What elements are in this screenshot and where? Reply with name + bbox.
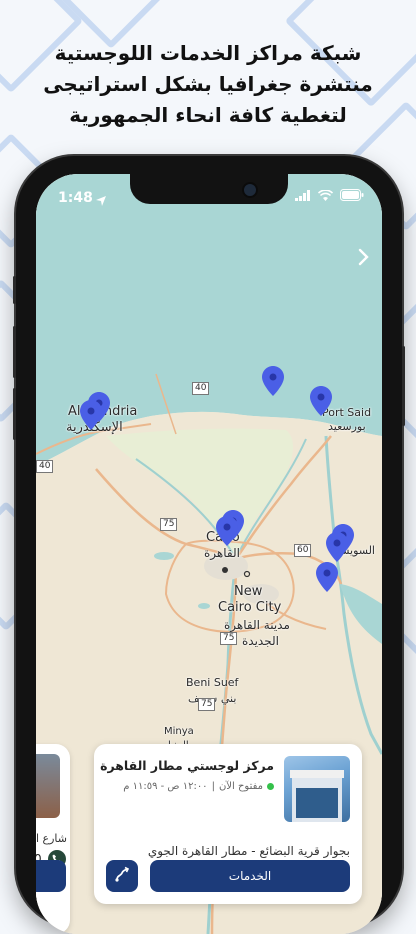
camera — [242, 182, 258, 198]
card-thumbnail — [284, 756, 350, 822]
location-pin-icon[interactable] — [262, 366, 284, 396]
location-pin-icon[interactable] — [80, 400, 102, 430]
label-newcairo-en: New — [234, 584, 263, 599]
location-arrow-icon — [96, 191, 106, 210]
phone-frame: Alexandria الإسكندرية Port Said بورسعيد … — [13, 156, 405, 934]
label-minya-en: Minya — [164, 726, 194, 737]
previous-card-button[interactable] — [36, 860, 66, 892]
phone-screen: Alexandria الإسكندرية Port Said بورسعيد … — [36, 174, 382, 934]
route-shield: 40 — [192, 382, 210, 395]
open-status-text: مفتوح الآن — [218, 781, 263, 792]
battery-icon — [340, 189, 364, 205]
card-status: مفتوح الآن | ١٢:٠٠ ص - ١١:٥٩ م — [123, 781, 274, 792]
route-shield: 75 — [198, 698, 216, 711]
cairo-dot — [222, 567, 228, 573]
wifi-icon — [317, 189, 334, 205]
route-shield: 60 — [294, 544, 312, 557]
headline-line-2: منتشرة جغرافيا بشكل استراتيجى — [43, 72, 373, 96]
route-shield: 75 — [160, 518, 178, 531]
open-status-dot — [267, 783, 274, 790]
card-thumbnail — [36, 754, 60, 818]
status-icons — [295, 189, 364, 205]
label-portsaid-ar: بورسعيد — [328, 420, 366, 433]
location-pin-icon[interactable] — [216, 516, 238, 546]
previous-card-address: شارع ال — [36, 832, 67, 845]
mute-switch — [13, 276, 16, 304]
opening-hours: ١٢:٠٠ ص - ١١:٥٩ م — [123, 781, 208, 792]
notch — [130, 174, 288, 204]
label-cairo-ar: القاهرة — [204, 546, 240, 560]
route-shield: 75 — [220, 632, 238, 645]
volume-down-button — [13, 388, 16, 440]
label-newcairo-ar: مدينة القاهرة — [224, 618, 290, 632]
status-time: 1:48 — [58, 190, 93, 206]
power-button — [402, 346, 405, 426]
directions-button[interactable] — [106, 860, 138, 892]
card-address: بجوار قرية البضائع - مطار القاهرة الجوي — [147, 844, 350, 858]
label-newcairo-ar-2: الجديدة — [242, 634, 279, 648]
location-pin-icon[interactable] — [310, 386, 332, 416]
signal-icon — [295, 189, 311, 205]
volume-up-button — [13, 326, 16, 378]
route-shield: 40 — [36, 460, 54, 473]
chevron-right-icon[interactable] — [354, 248, 372, 266]
label-newcairo-en-2: Cairo City — [218, 600, 282, 615]
headline-line-1: شبكة مراكز الخدمات اللوجستية — [54, 41, 362, 65]
headline-line-3: لتغطية كافة انحاء الجمهورية — [69, 103, 347, 127]
card-title: مركز لوجستي مطار القاهرة — [100, 758, 274, 773]
directions-icon — [114, 866, 130, 886]
headline: شبكة مراكز الخدمات اللوجستية منتشرة جغرا… — [20, 38, 396, 131]
services-button[interactable]: الخدمات — [150, 860, 350, 892]
label-benisuef-en: Beni Suef — [186, 676, 239, 689]
